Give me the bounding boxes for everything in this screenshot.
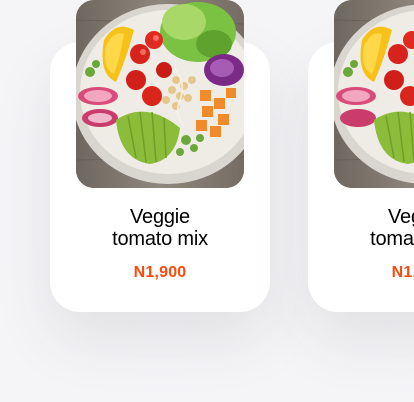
salad-bowl-icon xyxy=(76,0,244,188)
product-name: Veggie tomato mix xyxy=(334,206,414,250)
product-name-line2: tomato mix xyxy=(112,228,208,250)
product-name-line2: tomato mix xyxy=(370,228,414,250)
product-carousel[interactable]: Veggie tomato mix N1,900 Ve toma N1 xyxy=(0,0,414,402)
product-price: N1,900 xyxy=(391,264,414,281)
product-name-line1: Veggie xyxy=(388,206,414,228)
product-image xyxy=(334,0,414,188)
product-price: N1,900 xyxy=(133,264,187,281)
product-name-line1: Veggie xyxy=(130,206,190,228)
product-name: Veggie tomato mix xyxy=(76,206,244,250)
product-image xyxy=(76,0,244,188)
salad-bowl-icon xyxy=(334,0,414,188)
